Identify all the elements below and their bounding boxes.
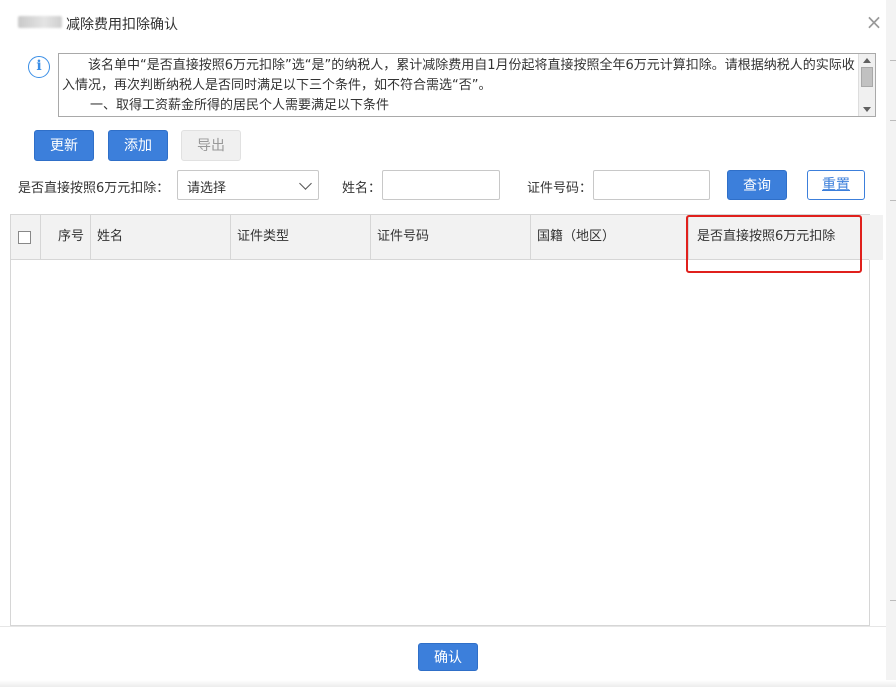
- id-number-input[interactable]: [593, 170, 710, 200]
- chevron-down-icon: [299, 177, 312, 190]
- column-header-nationality[interactable]: 国籍（地区）: [531, 215, 689, 259]
- select-all-checkbox[interactable]: [18, 231, 31, 244]
- dialog-title: 减除费用扣除确认: [66, 17, 178, 33]
- column-header-id-type[interactable]: 证件类型: [231, 215, 371, 259]
- add-button[interactable]: 添加: [108, 130, 168, 161]
- deduct-filter-value: 请选择: [187, 181, 227, 196]
- column-header-name[interactable]: 姓名: [91, 215, 231, 259]
- title-redacted-prefix: [18, 16, 62, 28]
- background-window-edge: [886, 0, 896, 687]
- confirm-button[interactable]: 确认: [418, 643, 478, 671]
- scroll-thumb[interactable]: [861, 67, 873, 87]
- footer-divider: [0, 626, 886, 627]
- update-button[interactable]: 更新: [34, 130, 94, 161]
- name-input[interactable]: [382, 170, 500, 200]
- taxpayer-table: 序号 姓名 证件类型 证件号码 国籍（地区） 是否直接按照6万元扣除: [10, 214, 883, 626]
- id-filter-label: 证件号码：: [527, 181, 593, 196]
- dialog-titlebar: 减除费用扣除确认 ×: [0, 0, 896, 46]
- select-all-cell: [11, 215, 41, 259]
- export-button: 导出: [181, 130, 241, 161]
- highlight-annotation-box: [686, 215, 862, 273]
- scroll-down-icon[interactable]: [863, 107, 871, 112]
- notice-scrollbar[interactable]: [858, 54, 875, 116]
- deduct-filter-select[interactable]: 请选择: [177, 170, 319, 200]
- scroll-up-icon[interactable]: [863, 58, 871, 63]
- name-filter-label: 姓名：: [342, 181, 382, 196]
- column-header-id-number[interactable]: 证件号码: [371, 215, 531, 259]
- query-button[interactable]: 查询: [727, 170, 787, 200]
- info-icon: i: [28, 56, 50, 78]
- deduction-confirm-dialog: 减除费用扣除确认 × i 该名单中“是否直接按照6万元扣除”选“是”的纳税人，累…: [0, 0, 896, 687]
- reset-button[interactable]: 重置: [807, 170, 865, 200]
- dialog-bottom-shadow: [0, 680, 896, 687]
- column-header-index[interactable]: 序号: [41, 215, 91, 259]
- notice-box: 该名单中“是否直接按照6万元扣除”选“是”的纳税人，累计减除费用自1月份起将直接…: [58, 53, 876, 117]
- notice-line: 一、取得工资薪金所得的居民个人需要满足以下条件: [90, 98, 390, 113]
- table-header-scroll-gutter: [869, 215, 883, 260]
- notice-text: 该名单中“是否直接按照6万元扣除”选“是”的纳税人，累计减除费用自1月份起将直接…: [62, 56, 857, 116]
- close-icon[interactable]: ×: [864, 12, 884, 32]
- deduct-filter-label: 是否直接按照6万元扣除：: [18, 181, 170, 196]
- notice-line: 该名单中“是否直接按照6万元扣除”选“是”的纳税人，累计减除费用自1月份起将直接…: [62, 58, 855, 93]
